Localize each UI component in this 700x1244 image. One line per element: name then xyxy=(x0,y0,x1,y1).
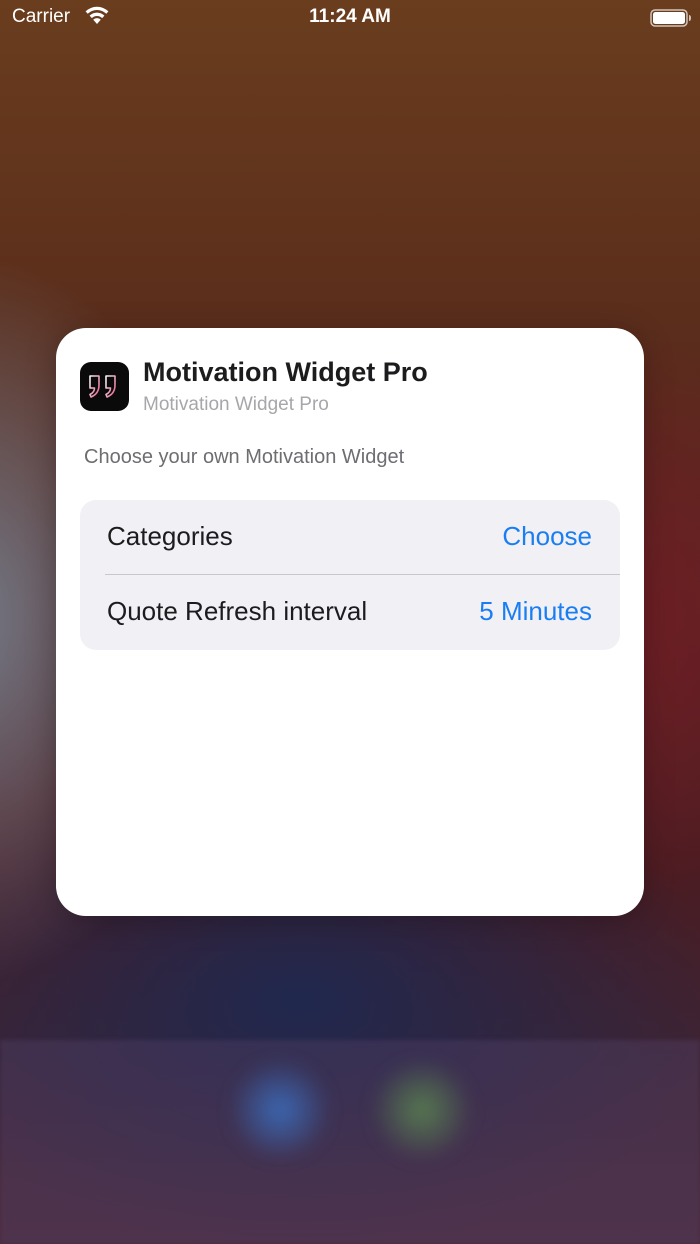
status-bar: Carrier 11:24 AM xyxy=(0,0,700,36)
refresh-interval-value[interactable]: 5 Minutes xyxy=(479,596,592,627)
categories-choose-button[interactable]: Choose xyxy=(502,521,592,552)
battery-icon xyxy=(650,9,692,27)
app-title: Motivation Widget Pro xyxy=(143,357,428,387)
app-subtitle: Motivation Widget Pro xyxy=(143,394,329,415)
setting-label: Quote Refresh interval xyxy=(107,596,368,626)
clock: 11:24 AM xyxy=(309,6,391,27)
settings-group: Categories Choose Quote Refresh interval… xyxy=(80,500,620,650)
dock-app-icon-blurred xyxy=(228,1058,332,1162)
setting-row-refresh-interval[interactable]: Quote Refresh interval 5 Minutes xyxy=(80,575,620,650)
widget-description: Choose your own Motivation Widget xyxy=(84,446,405,468)
widget-configuration-card: Motivation Widget Pro Motivation Widget … xyxy=(56,328,644,916)
dock xyxy=(0,1040,700,1244)
quote-marks-icon xyxy=(80,362,129,411)
dock-app-icon-blurred xyxy=(370,1058,474,1162)
setting-label: Categories xyxy=(107,521,233,551)
setting-row-categories[interactable]: Categories Choose xyxy=(80,500,620,575)
